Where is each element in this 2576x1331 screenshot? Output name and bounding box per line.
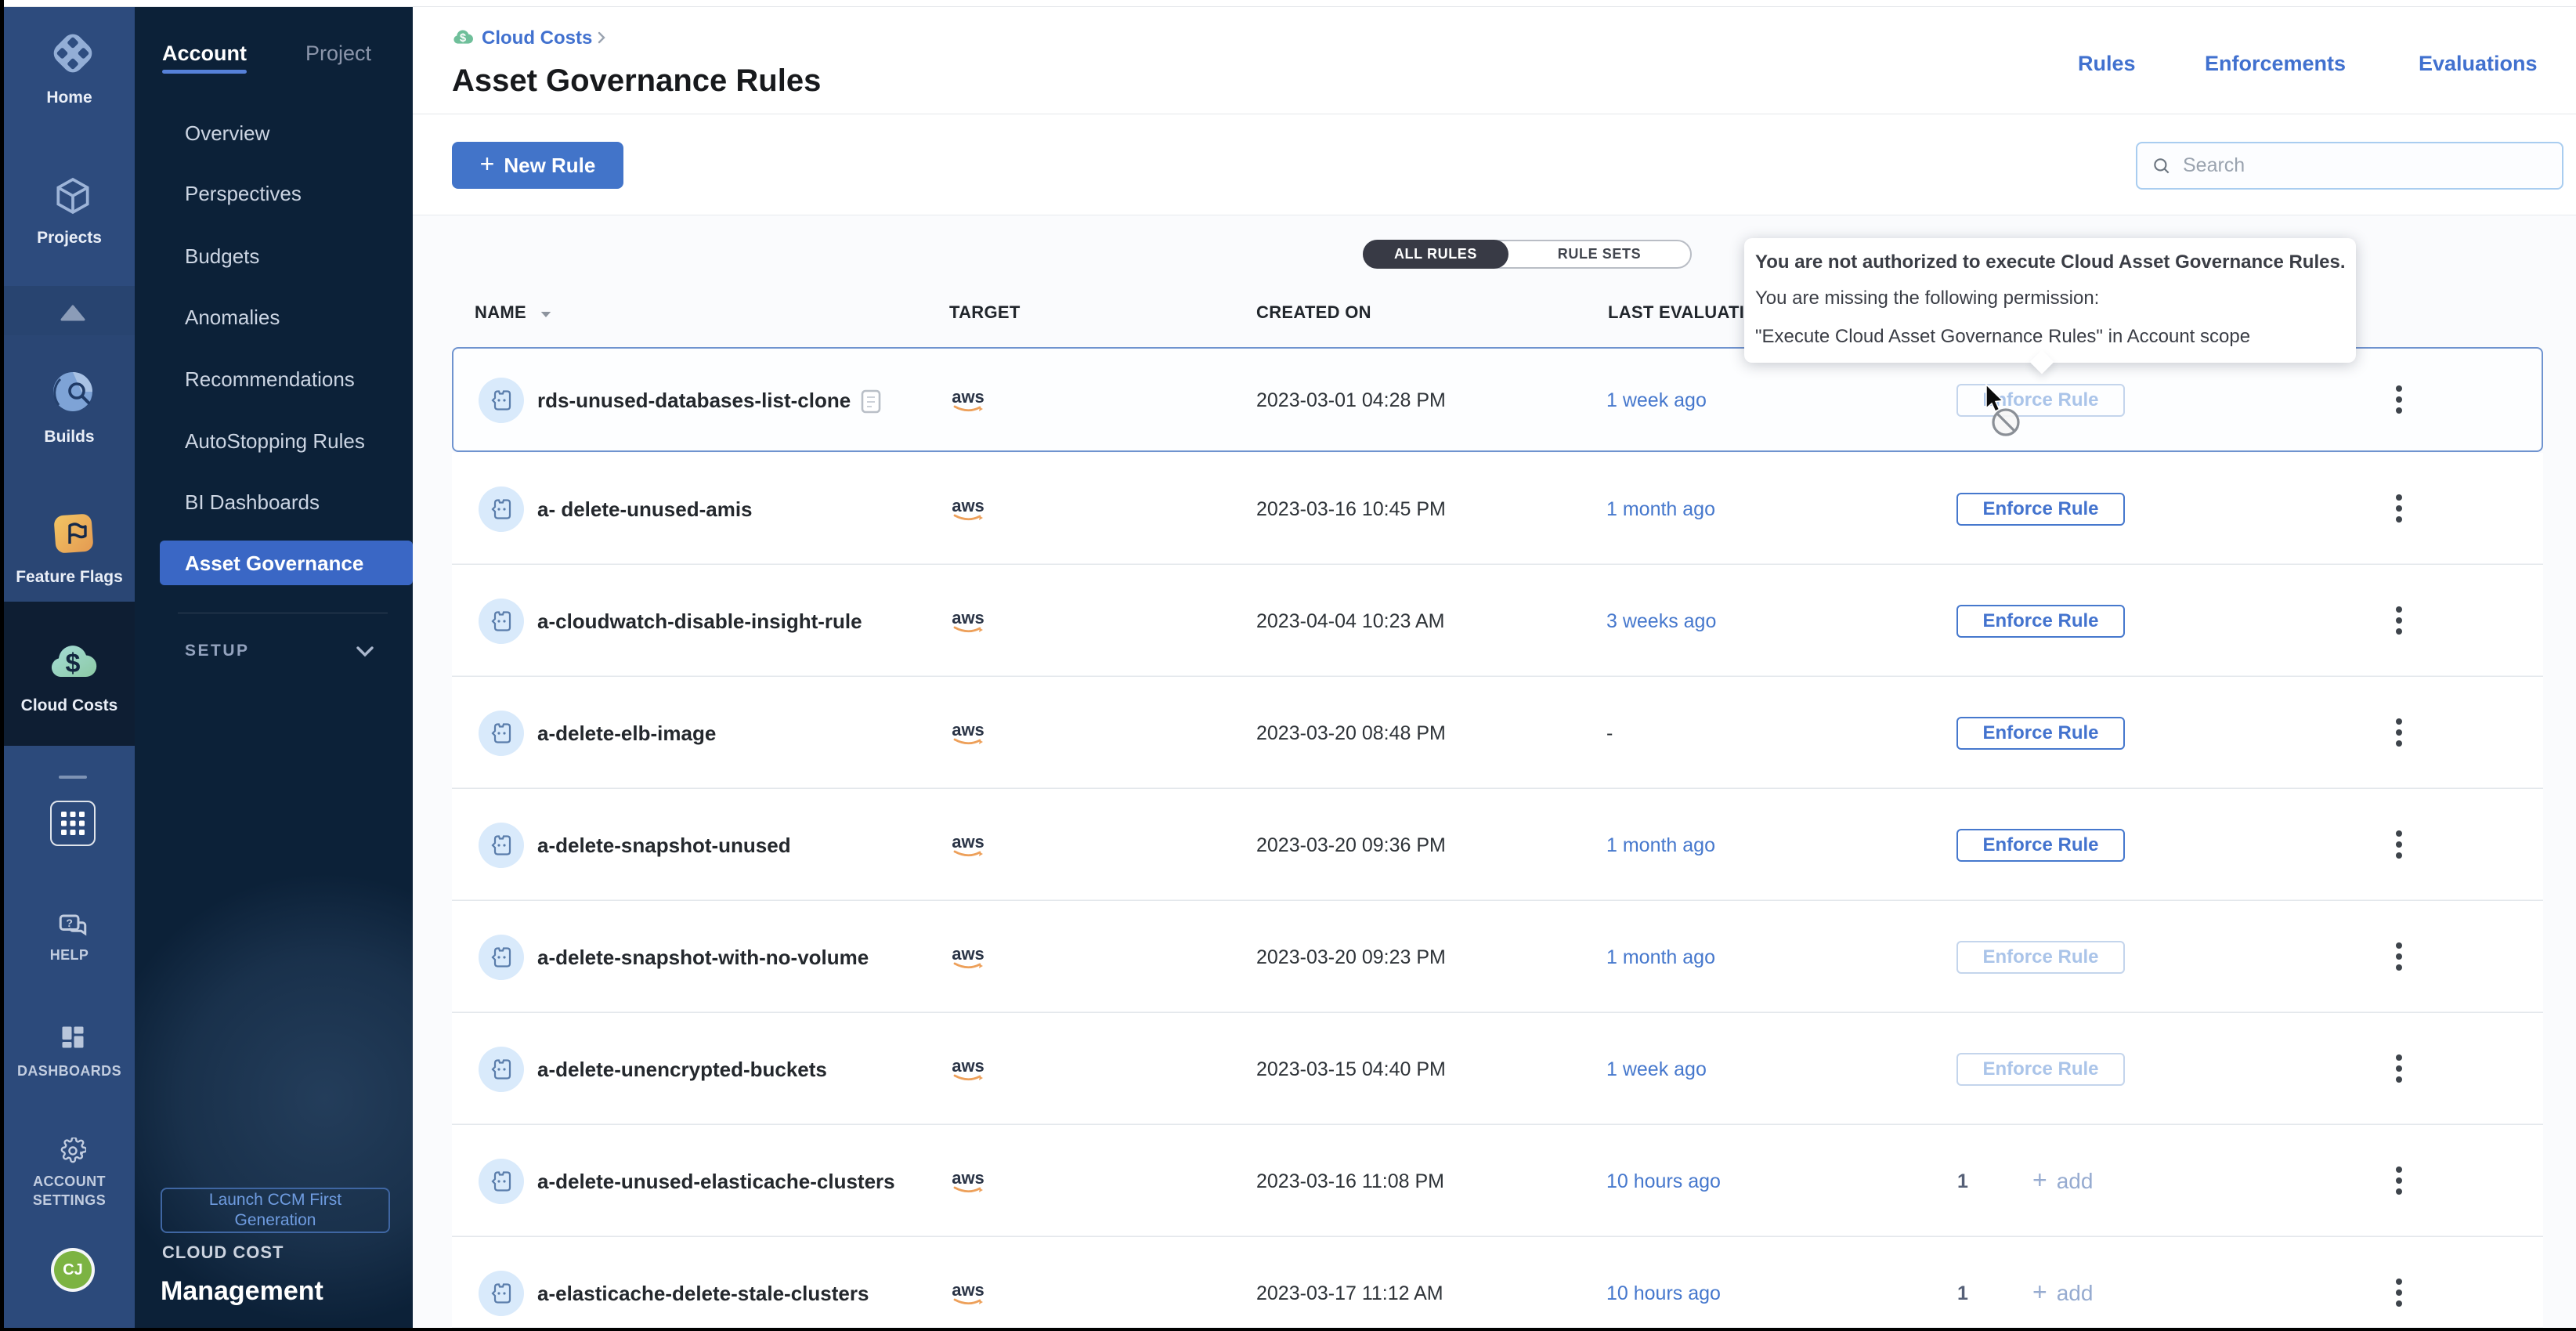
svg-text:aws: aws: [952, 496, 985, 515]
svg-text:$: $: [66, 649, 81, 678]
svg-text:aws: aws: [952, 608, 985, 628]
svg-text:aws: aws: [952, 1168, 985, 1188]
svg-text:$: $: [460, 32, 466, 45]
svg-text:aws: aws: [952, 1280, 985, 1300]
svg-text:aws: aws: [952, 387, 985, 407]
svg-text:aws: aws: [952, 720, 985, 740]
svg-text:?: ?: [66, 917, 73, 929]
svg-text:aws: aws: [952, 832, 985, 852]
svg-text:aws: aws: [952, 944, 985, 964]
svg-text:aws: aws: [952, 1056, 985, 1076]
